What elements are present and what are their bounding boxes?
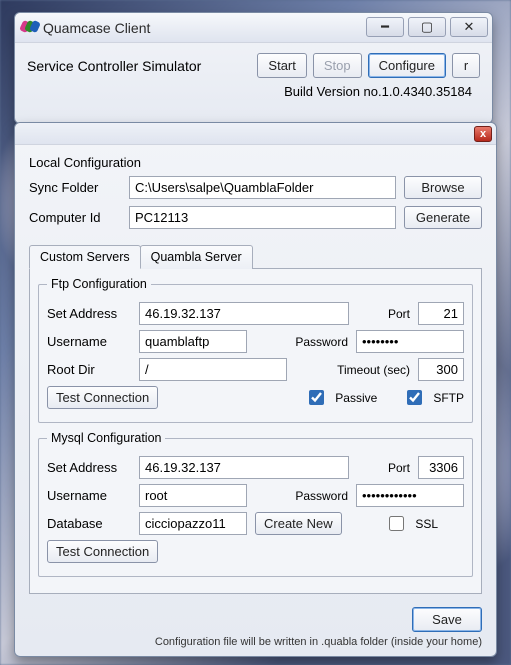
- minimize-button[interactable]: ━: [366, 17, 404, 37]
- mysql-test-connection-button[interactable]: Test Connection: [47, 540, 158, 563]
- ftp-address-label: Set Address: [47, 306, 131, 321]
- mysql-database-label: Database: [47, 516, 131, 531]
- sync-folder-label: Sync Folder: [29, 180, 121, 195]
- mysql-password-label: Password: [295, 489, 348, 503]
- computer-id-label: Computer Id: [29, 210, 121, 225]
- configure-button[interactable]: Configure: [368, 53, 446, 78]
- start-button[interactable]: Start: [257, 53, 306, 78]
- ftp-timeout-label: Timeout (sec): [337, 363, 410, 377]
- maximize-button[interactable]: ▢: [408, 17, 446, 37]
- mysql-fieldset: Mysql Configuration Set Address Port Use…: [38, 431, 473, 577]
- mysql-database-input[interactable]: [139, 512, 247, 535]
- mysql-create-new-button[interactable]: Create New: [255, 512, 342, 535]
- ftp-port-label: Port: [388, 307, 410, 321]
- tab-quambla-server[interactable]: Quambla Server: [140, 245, 253, 269]
- mysql-username-label: Username: [47, 488, 131, 503]
- scs-label: Service Controller Simulator: [27, 58, 251, 74]
- tab-custom-servers[interactable]: Custom Servers: [29, 245, 141, 269]
- window-title: Quamcase Client: [43, 20, 150, 36]
- service-controller-window: Quamcase Client ━ ▢ ✕ Service Controller…: [14, 12, 493, 124]
- mysql-password-input[interactable]: [356, 484, 464, 507]
- ftp-timeout-input[interactable]: [418, 358, 464, 381]
- titlebar[interactable]: Quamcase Client ━ ▢ ✕: [15, 13, 492, 43]
- ftp-test-connection-button[interactable]: Test Connection: [47, 386, 158, 409]
- computer-id-input[interactable]: [129, 206, 396, 229]
- mysql-address-input[interactable]: [139, 456, 349, 479]
- local-config-heading: Local Configuration: [29, 155, 482, 170]
- mysql-legend: Mysql Configuration: [47, 431, 165, 445]
- ftp-address-input[interactable]: [139, 302, 349, 325]
- mysql-port-input[interactable]: [418, 456, 464, 479]
- close-icon[interactable]: x: [474, 126, 492, 142]
- ftp-password-input[interactable]: [356, 330, 464, 353]
- ftp-passive-checkbox[interactable]: [309, 390, 324, 405]
- mysql-username-input[interactable]: [139, 484, 247, 507]
- save-button[interactable]: Save: [412, 607, 482, 632]
- sync-folder-input[interactable]: [129, 176, 396, 199]
- ftp-fieldset: Ftp Configuration Set Address Port Usern…: [38, 277, 473, 423]
- ftp-sftp-label: SFTP: [433, 391, 464, 405]
- configuration-window: x Local Configuration Sync Folder Browse…: [14, 122, 497, 657]
- tab-panel-custom: Ftp Configuration Set Address Port Usern…: [29, 268, 482, 594]
- mysql-port-label: Port: [388, 461, 410, 475]
- mysql-ssl-label: SSL: [415, 517, 438, 531]
- ftp-sftp-checkbox[interactable]: [407, 390, 422, 405]
- mysql-ssl-checkbox[interactable]: [389, 516, 404, 531]
- build-version: Build Version no.1.0.4340.35184: [27, 84, 480, 99]
- ftp-username-input[interactable]: [139, 330, 247, 353]
- mysql-address-label: Set Address: [47, 460, 131, 475]
- ftp-password-label: Password: [295, 335, 348, 349]
- ftp-rootdir-label: Root Dir: [47, 362, 131, 377]
- config-titlebar[interactable]: x: [15, 123, 496, 145]
- ftp-rootdir-input[interactable]: [139, 358, 287, 381]
- stop-button: Stop: [313, 53, 362, 78]
- close-button[interactable]: ✕: [450, 17, 488, 37]
- ftp-passive-label: Passive: [335, 391, 377, 405]
- config-hint: Configuration file will be written in .q…: [155, 636, 482, 648]
- generate-button[interactable]: Generate: [404, 206, 482, 229]
- ftp-port-input[interactable]: [418, 302, 464, 325]
- app-icon: [21, 20, 37, 36]
- ftp-username-label: Username: [47, 334, 131, 349]
- browse-button[interactable]: Browse: [404, 176, 482, 199]
- ftp-legend: Ftp Configuration: [47, 277, 151, 291]
- r-button[interactable]: r: [452, 53, 480, 78]
